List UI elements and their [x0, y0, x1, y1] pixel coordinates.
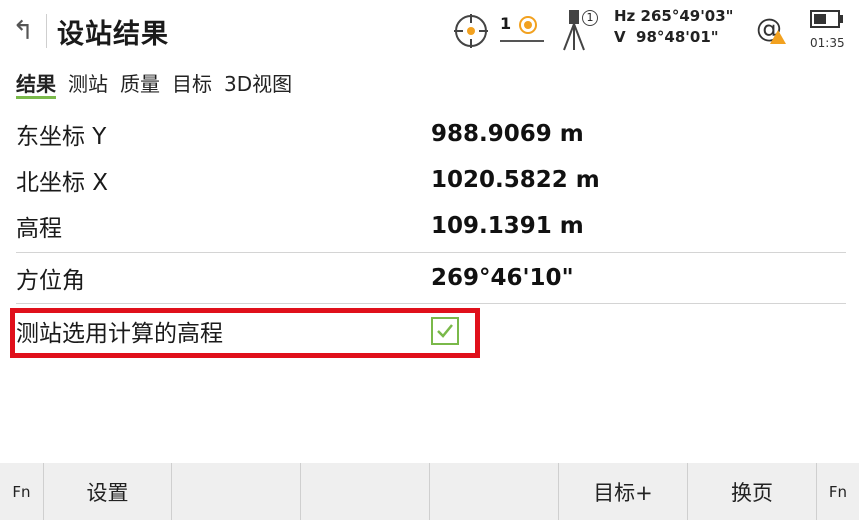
softkey-empty-3 — [172, 463, 301, 520]
azimuth-label: 方位角 — [16, 268, 85, 294]
azimuth-value: 269°46'10" — [431, 265, 574, 291]
tab-target[interactable]: 目标 — [172, 62, 212, 96]
softkey-empty-4 — [301, 463, 430, 520]
target-crosshair-icon[interactable] — [452, 12, 490, 50]
divider — [16, 252, 846, 253]
v-angle: V 98°48'01" — [614, 28, 719, 46]
divider — [16, 303, 846, 304]
page-switch-button[interactable]: 换页 — [688, 463, 817, 520]
softkey-bar: Fn 设置 目标+ 换页 Fn — [0, 463, 859, 520]
warning-icon — [770, 30, 786, 44]
title-bar: ↰ 设站结果 1 1 Hz 265°49'03" V 98°48'01" @ 0… — [0, 0, 859, 62]
east-coordinate-row: 东坐标 Y 988.9069 m — [16, 112, 846, 156]
instrument-status[interactable]: 1 — [560, 8, 598, 56]
prism-icon — [519, 16, 538, 34]
tripod-number: 1 — [582, 10, 598, 26]
north-coordinate-value: 1020.5822 m — [431, 167, 600, 193]
softkey-empty-5 — [430, 463, 559, 520]
height-row: 高程 109.1391 m — [16, 204, 846, 248]
tab-quality[interactable]: 质量 — [120, 62, 160, 96]
status-area: 1 1 Hz 265°49'03" V 98°48'01" @ 01:35 — [448, 0, 859, 62]
title-separator — [46, 14, 47, 48]
back-arrow-icon: ↰ — [12, 16, 34, 46]
height-value: 109.1391 m — [431, 213, 584, 239]
prism-number: 1 — [500, 14, 512, 33]
tab-bar: 结果 测站 质量 目标 3D视图 — [0, 62, 859, 104]
fn-left-button[interactable]: Fn — [0, 463, 44, 520]
north-coordinate-label: 北坐标 X — [16, 170, 109, 196]
back-button[interactable]: ↰ — [0, 0, 46, 62]
tab-3d-view[interactable]: 3D视图 — [224, 62, 292, 96]
highlight-annotation-box — [10, 308, 480, 358]
prism-status[interactable]: 1 — [500, 14, 544, 42]
height-label: 高程 — [16, 216, 62, 242]
clock-time: 01:35 — [810, 36, 845, 50]
north-coordinate-row: 北坐标 X 1020.5822 m — [16, 158, 846, 202]
tab-result[interactable]: 结果 — [16, 62, 56, 99]
target-plus-button[interactable]: 目标+ — [559, 463, 688, 520]
azimuth-row: 方位角 269°46'10" — [16, 256, 846, 300]
page-title: 设站结果 — [57, 18, 169, 50]
settings-button[interactable]: 设置 — [44, 463, 172, 520]
hz-angle: Hz 265°49'03" — [614, 7, 734, 25]
east-coordinate-label: 东坐标 Y — [16, 124, 107, 150]
angle-readout: Hz 265°49'03" V 98°48'01" — [614, 6, 733, 48]
tab-station[interactable]: 测站 — [68, 62, 108, 96]
battery-icon — [810, 10, 843, 28]
fn-right-button[interactable]: Fn — [817, 463, 859, 520]
east-coordinate-value: 988.9069 m — [431, 121, 584, 147]
